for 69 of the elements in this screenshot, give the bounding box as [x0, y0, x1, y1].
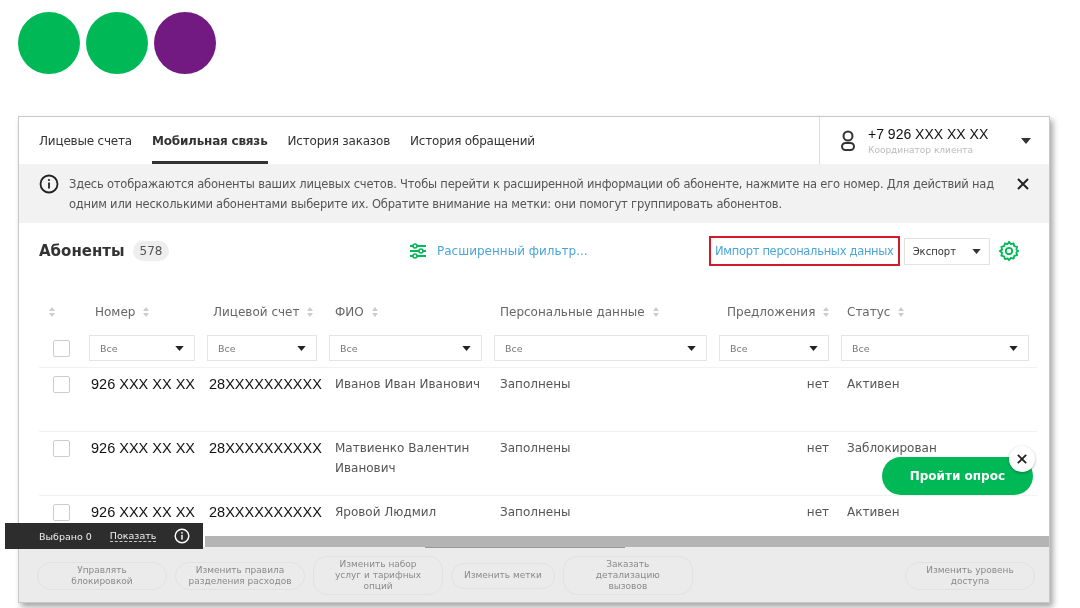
table-cell: 28XXXXXXXXXX [209, 376, 322, 392]
sort-icon[interactable] [898, 307, 905, 317]
row-checkbox[interactable] [52, 504, 70, 521]
filter-dropdown[interactable]: Все [89, 335, 195, 361]
table-cell[interactable]: 926 XXX XX XX [91, 376, 195, 392]
account-role: Координатор клиента [868, 145, 975, 155]
tab[interactable]: Лицевые счета [39, 117, 132, 164]
table-cell: нет [806, 505, 829, 519]
caret-icon [297, 345, 306, 351]
show-link[interactable]: Показать [109, 530, 157, 542]
caret-icon [687, 345, 696, 351]
table-cell[interactable]: 926 XXX XX XX [91, 440, 195, 456]
tab[interactable]: История заказов [287, 117, 391, 164]
table-cell: Яровой Людмил [335, 505, 437, 519]
caret-icon [972, 248, 981, 254]
table-cell: нет [806, 377, 829, 391]
account-phone: +7 926 XXX XX XX [868, 126, 990, 142]
table-cell: Заполнены [500, 377, 571, 391]
row-checkbox[interactable] [52, 376, 70, 393]
column-header[interactable]: Персональные данные [500, 305, 645, 319]
scrollbar[interactable] [205, 536, 1049, 547]
sort-icon[interactable] [307, 307, 314, 317]
column-header[interactable]: Предложения [727, 305, 816, 319]
info-icon[interactable] [174, 528, 191, 544]
settings-icon[interactable] [998, 240, 1020, 262]
sort-icon[interactable] [143, 307, 150, 317]
caret-icon [809, 345, 818, 351]
column-header[interactable]: Номер [95, 305, 136, 319]
table-cell: 28XXXXXXXXXX [209, 504, 322, 520]
filter-dropdown[interactable]: Все [329, 335, 482, 361]
info-icon [39, 174, 59, 194]
caret-icon [1009, 345, 1018, 351]
table-cell: Заблокирован [847, 441, 937, 455]
caret-icon [175, 345, 184, 351]
sort-icon[interactable] [49, 307, 55, 317]
row-checkbox[interactable] [52, 440, 70, 457]
table-cell: нет [806, 441, 829, 455]
close-icon [1017, 454, 1027, 464]
close-icon [1017, 178, 1029, 190]
table-cell: Активен [847, 505, 900, 519]
info-text: Здесь отображаются абоненты ваших лицевых счетов. Чтобы перейти к расширенной информации об абоненте, нажмите на его номер. Для действий над одним или несколькими абонентами выберите их. Обратите внимание на метки: они помогут группировать абонентов. [69, 176, 995, 213]
caret-icon[interactable] [1021, 137, 1031, 144]
tab[interactable]: История обращений [410, 117, 535, 164]
filter-dropdown[interactable]: Все [207, 335, 317, 361]
filter-dropdown[interactable]: Все [494, 335, 707, 361]
table-cell: 28XXXXXXXXXX [209, 440, 322, 456]
filter-dropdown[interactable]: Все [719, 335, 829, 361]
column-header[interactable]: Лицевой счет [213, 305, 300, 319]
caret-icon [462, 345, 471, 351]
table-cell: Заполнены [500, 441, 571, 455]
column-header[interactable]: Статус [847, 305, 891, 319]
column-header[interactable]: ФИО [335, 305, 364, 319]
filter-dropdown[interactable]: Все [841, 335, 1029, 361]
section-title: Абоненты [39, 242, 125, 260]
close-button[interactable] [1009, 446, 1035, 472]
table-cell: Активен [847, 377, 900, 391]
export-dropdown[interactable]: Экспорт [903, 237, 990, 265]
sliders-icon [409, 243, 427, 259]
sort-icon[interactable] [371, 307, 378, 317]
user-icon [840, 129, 856, 152]
sort-icon[interactable] [823, 307, 830, 317]
table-cell: Матвиенко Валентин Иванович [335, 441, 470, 475]
table-cell: Заполнены [500, 505, 571, 519]
table-cell[interactable]: 926 XXX XX XX [91, 504, 195, 520]
sort-icon[interactable] [652, 307, 659, 317]
count-badge: 578 [132, 241, 170, 261]
select-all-checkbox[interactable] [52, 339, 70, 357]
table-cell: Иванов Иван Иванович [335, 377, 481, 391]
selected-count: Выбрано 0 [39, 530, 92, 542]
